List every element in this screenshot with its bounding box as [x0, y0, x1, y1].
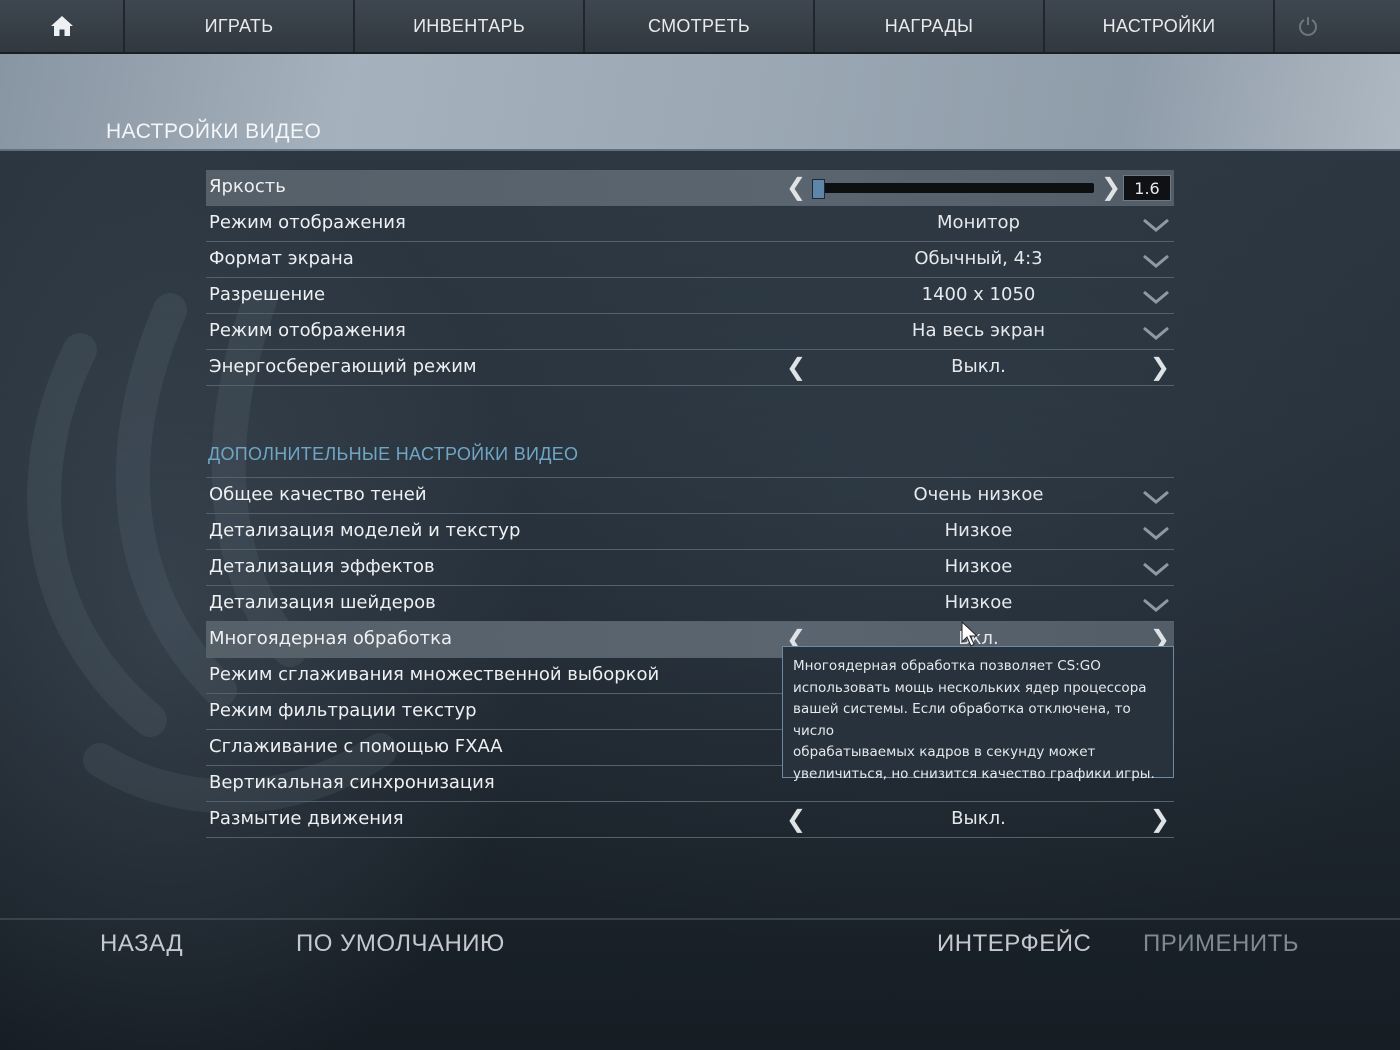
setting-label: Формат экрана	[209, 248, 354, 269]
brightness-value-box[interactable]: 1.6	[1123, 175, 1171, 201]
chevron-down-icon[interactable]	[1142, 326, 1170, 340]
nav-tab-awards[interactable]: НАГРАДЫ	[815, 0, 1045, 52]
setting-row-resolution[interactable]: Разрешение 1400 x 1050	[206, 278, 1174, 314]
tooltip-line: вашей системы. Если обработка отключена,…	[793, 701, 1131, 739]
setting-row-power-saving[interactable]: Энергосберегающий режим ❮ Выкл. ❯	[206, 350, 1174, 386]
setting-label: Детализация шейдеров	[209, 592, 436, 613]
chevron-down-icon[interactable]	[1142, 562, 1170, 576]
setting-label: Многоядерная обработка	[209, 628, 452, 649]
tooltip-line: использовать мощь нескольких ядер процес…	[793, 679, 1147, 696]
tooltip-line: увеличиться, но снизится качество график…	[793, 765, 1155, 782]
nav-tab-label: НАГРАДЫ	[884, 15, 974, 36]
setting-label: Общее качество теней	[209, 484, 427, 505]
setting-row-effect-detail[interactable]: Детализация эффектов Низкое	[206, 550, 1174, 586]
multicore-tooltip: Многоядерная обработка позволяет CS:GO и…	[782, 646, 1174, 782]
setting-label: Яркость	[209, 176, 286, 197]
setting-label: Режим фильтрации текстур	[209, 700, 477, 721]
setting-row-aspect-ratio[interactable]: Формат экрана Обычный, 4:3	[206, 242, 1174, 278]
setting-row-display-mode[interactable]: Режим отображения Монитор	[206, 206, 1174, 242]
nav-tab-play[interactable]: ИГРАТЬ	[125, 0, 355, 52]
nav-tab-label: ИГРАТЬ	[204, 15, 274, 36]
chevron-down-icon[interactable]	[1142, 218, 1170, 232]
setting-label: Разрешение	[209, 284, 326, 305]
nav-filler	[1340, 0, 1400, 52]
setting-label: Режим отображения	[209, 320, 406, 341]
setting-value: Низкое	[944, 520, 1013, 541]
mouse-cursor-icon	[961, 620, 979, 647]
nav-tab-label: СМОТРЕТЬ	[647, 15, 750, 36]
chevron-down-icon[interactable]	[1142, 290, 1170, 304]
nav-tab-label: ИНВЕНТАРЬ	[413, 15, 525, 36]
chevron-right-icon[interactable]: ❯	[1101, 173, 1121, 201]
setting-value: Обычный, 4:3	[914, 248, 1043, 269]
nav-tab-label: НАСТРОЙКИ	[1102, 15, 1216, 36]
setting-value: Выкл.	[951, 356, 1006, 377]
setting-row-motion-blur[interactable]: Размытие движения ❮ Выкл. ❯	[206, 802, 1174, 838]
setting-label: Размытие движения	[209, 808, 404, 829]
power-button[interactable]	[1275, 0, 1340, 52]
setting-value: Очень низкое	[913, 484, 1044, 505]
setting-label: Детализация моделей и текстур	[209, 520, 521, 541]
chevron-down-icon[interactable]	[1142, 526, 1170, 540]
brightness-slider-thumb[interactable]	[812, 179, 825, 199]
apply-button[interactable]: ПРИМЕНИТЬ	[1143, 930, 1299, 958]
setting-value: 1400 x 1050	[921, 284, 1036, 305]
section-title-text: ДОПОЛНИТЕЛЬНЫЕ НАСТРОЙКИ ВИДЕО	[208, 444, 579, 464]
setting-value: Монитор	[937, 212, 1020, 233]
setting-row-shader-detail[interactable]: Детализация шейдеров Низкое	[206, 586, 1174, 622]
setting-value: Выкл.	[951, 808, 1006, 829]
setting-label: Энергосберегающий режим	[209, 356, 477, 377]
tooltip-line: Многоядерная обработка позволяет CS:GO	[793, 658, 1101, 674]
chevron-down-icon[interactable]	[1142, 254, 1170, 268]
setting-row-window-mode[interactable]: Режим отображения На весь экран	[206, 314, 1174, 350]
setting-label: Режим отображения	[209, 212, 406, 233]
top-nav: ИГРАТЬ ИНВЕНТАРЬ СМОТРЕТЬ НАГРАДЫ НАСТРО…	[0, 0, 1400, 54]
chevron-right-icon[interactable]: ❯	[1150, 353, 1170, 381]
setting-label: Детализация эффектов	[209, 556, 435, 577]
chevron-down-icon[interactable]	[1142, 490, 1170, 504]
setting-row-shadow-quality[interactable]: Общее качество теней Очень низкое	[206, 478, 1174, 514]
nav-home-button[interactable]	[0, 0, 125, 52]
restore-defaults-button[interactable]: ПО УМОЛЧАНИЮ	[296, 930, 505, 958]
interface-button[interactable]: ИНТЕРФЕЙС	[937, 930, 1091, 958]
setting-value: Низкое	[944, 556, 1013, 577]
setting-row-brightness[interactable]: Яркость ❮ ❯ 1.6	[206, 170, 1174, 206]
nav-tab-watch[interactable]: СМОТРЕТЬ	[585, 0, 815, 52]
setting-value: На весь экран	[911, 320, 1046, 341]
chevron-left-icon[interactable]: ❮	[786, 173, 806, 201]
setting-row-model-texture-detail[interactable]: Детализация моделей и текстур Низкое	[206, 514, 1174, 550]
section-title-advanced: ДОПОЛНИТЕЛЬНЫЕ НАСТРОЙКИ ВИДЕО	[206, 440, 1174, 478]
setting-value: Низкое	[944, 592, 1013, 613]
chevron-right-icon[interactable]: ❯	[1150, 805, 1170, 833]
setting-label: Сглаживание с помощью FXAA	[209, 736, 503, 757]
nav-tab-inventory[interactable]: ИНВЕНТАРЬ	[355, 0, 585, 52]
footer-divider	[0, 918, 1400, 920]
tooltip-line: обрабатываемых кадров в секунду может	[793, 744, 1096, 761]
power-icon	[1298, 17, 1317, 36]
chevron-down-icon[interactable]	[1142, 598, 1170, 612]
setting-label: Вертикальная синхронизация	[209, 772, 495, 793]
page-title: НАСТРОЙКИ ВИДЕО	[106, 120, 322, 143]
nav-tab-settings[interactable]: НАСТРОЙКИ	[1045, 0, 1275, 52]
back-button[interactable]: НАЗАД	[100, 930, 183, 958]
header-banner: НАСТРОЙКИ ВИДЕО	[0, 54, 1400, 151]
home-icon	[50, 16, 73, 36]
setting-label: Режим сглаживания множественной выборкой	[209, 664, 660, 685]
brightness-slider-track[interactable]	[812, 183, 1094, 193]
